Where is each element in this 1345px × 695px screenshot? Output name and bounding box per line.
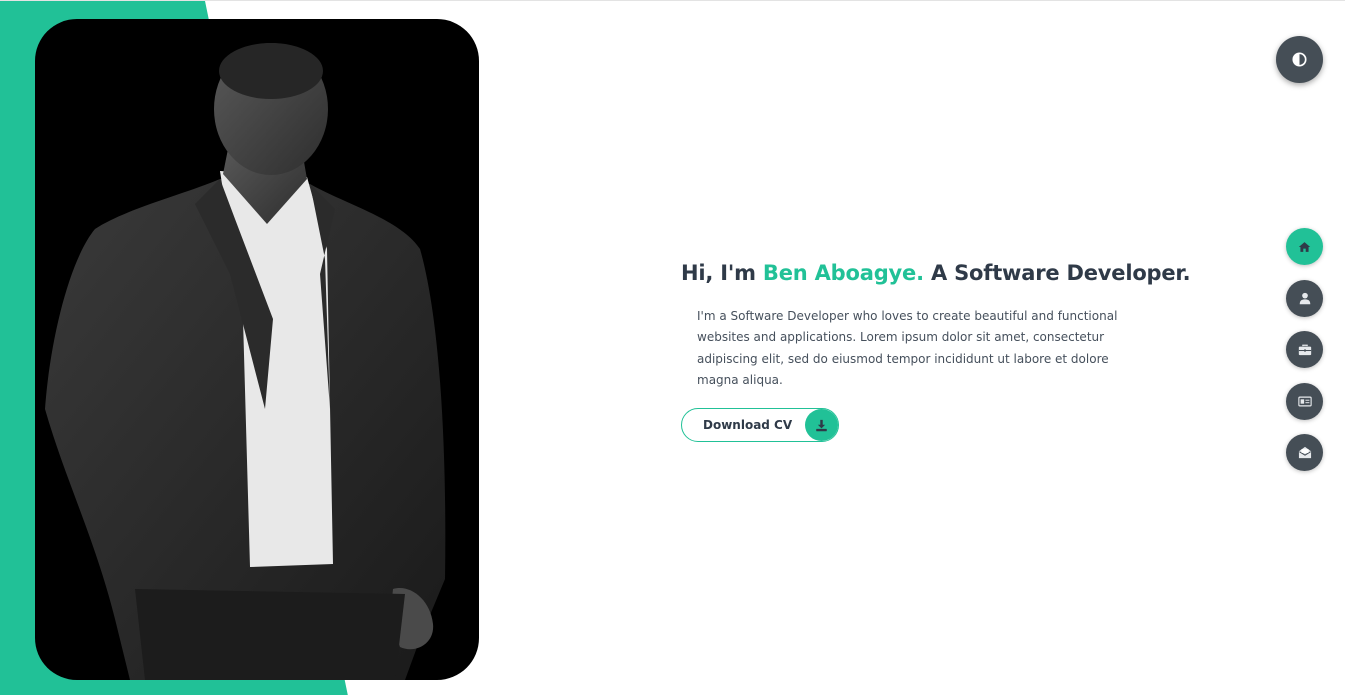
- briefcase-icon: [1298, 344, 1311, 355]
- hero-description: I'm a Software Developer who loves to cr…: [697, 309, 1118, 387]
- contrast-icon: [1292, 52, 1307, 67]
- user-icon: [1299, 292, 1310, 304]
- home-icon: [1298, 241, 1311, 252]
- greeting: Hi, I'm: [681, 261, 763, 285]
- hero-name: Ben Aboagye.: [762, 261, 924, 285]
- download-icon: [805, 409, 838, 442]
- hero-role: A Software Developer.: [923, 261, 1191, 285]
- theme-toggle-button[interactable]: [1276, 36, 1323, 83]
- nav-contact-button[interactable]: [1286, 434, 1323, 471]
- hero-title: Hi, I'm Ben Aboagye. A Software Develope…: [681, 257, 1191, 289]
- nav-portfolio-button[interactable]: [1286, 331, 1323, 368]
- nav-home-button[interactable]: [1286, 228, 1323, 265]
- envelope-open-icon: [1298, 446, 1311, 459]
- nav-about-button[interactable]: [1286, 279, 1323, 317]
- portrait-photo: [45, 43, 446, 680]
- download-cv-button[interactable]: Download CV: [681, 408, 839, 443]
- hero-section: Hi, I'm Ben Aboagye. A Software Develope…: [681, 257, 1191, 443]
- nav-resume-button[interactable]: [1286, 382, 1323, 420]
- page: Hi, I'm Ben Aboagye. A Software Develope…: [0, 0, 1345, 695]
- profile-photo: [35, 19, 479, 680]
- side-navigation: [1286, 228, 1323, 486]
- download-cv-label: Download CV: [703, 418, 793, 433]
- id-card-icon: [1297, 396, 1312, 406]
